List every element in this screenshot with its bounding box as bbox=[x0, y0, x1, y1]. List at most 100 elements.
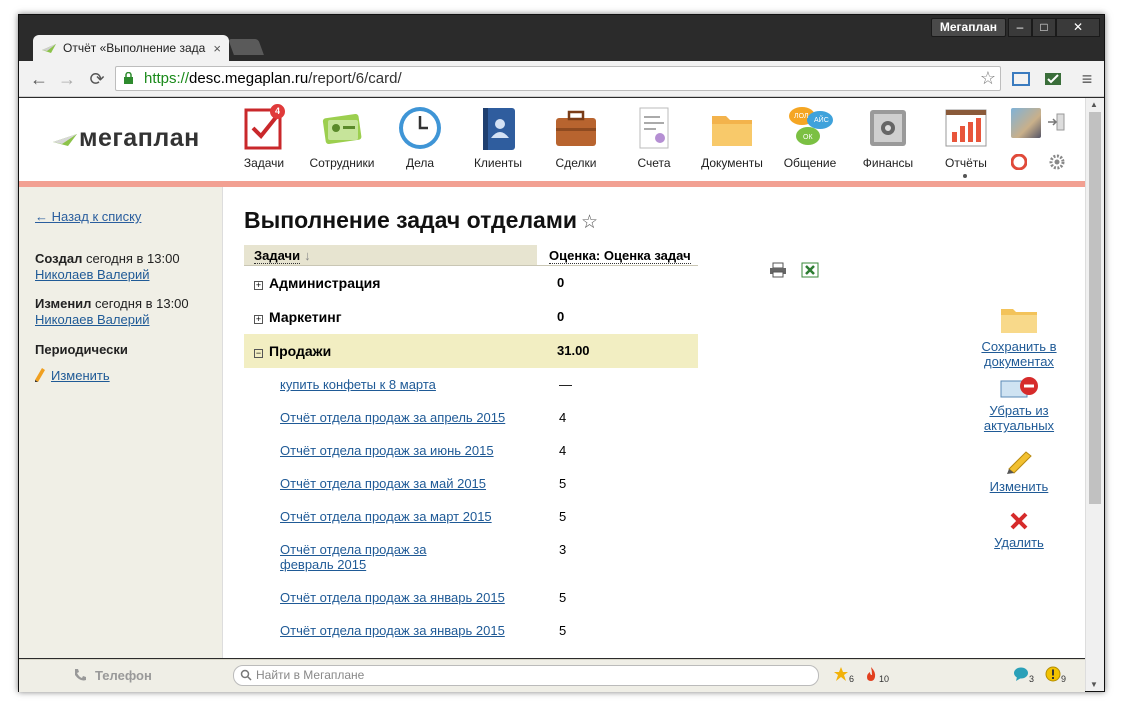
reload-icon[interactable]: ⟳ bbox=[85, 67, 109, 91]
nav-label: Клиенты bbox=[473, 156, 523, 170]
nav-label: Счета bbox=[637, 156, 671, 170]
megaplan-logo[interactable]: мегаплан bbox=[53, 124, 200, 153]
save-to-documents-action[interactable]: Сохранить в документах bbox=[954, 305, 1084, 369]
remove-from-current-action[interactable]: Убрать из актуальных bbox=[954, 375, 1084, 433]
group-row-administration[interactable]: + Администрация 0 bbox=[244, 266, 698, 300]
cast-icon[interactable] bbox=[1011, 69, 1031, 89]
remove-from-current-link[interactable]: Убрать из актуальных bbox=[984, 403, 1054, 433]
task-link[interactable]: Отчёт отдела продаж за апрель 2015 bbox=[280, 410, 505, 425]
edit-action[interactable]: Изменить bbox=[954, 451, 1084, 494]
task-link[interactable]: купить конфеты к 8 марта bbox=[280, 377, 436, 392]
nav-item-documents[interactable]: Документы bbox=[693, 104, 771, 170]
column-header-score[interactable]: Оценка: Оценка задач bbox=[537, 245, 691, 265]
back-arrow-icon[interactable]: ← bbox=[27, 67, 51, 91]
favorite-star-icon[interactable]: ☆ bbox=[581, 212, 598, 233]
phone-button[interactable]: Телефон bbox=[73, 668, 152, 683]
changed-info: Изменил сегодня в 13:00 Николаев Валерий bbox=[35, 296, 189, 328]
scroll-up-icon[interactable]: ▲ bbox=[1090, 100, 1098, 109]
maximize-button[interactable]: □ bbox=[1032, 18, 1056, 37]
group-value: 31.00 bbox=[557, 343, 590, 358]
report-table: Задачи ↓ Оценка: Оценка задач + Администра… bbox=[244, 245, 698, 647]
chat-bubble-ais: АЙС bbox=[814, 115, 829, 124]
task-link[interactable]: Отчёт отдела продаж за январь 2015 bbox=[280, 590, 505, 605]
delete-link[interactable]: Удалить bbox=[994, 535, 1044, 550]
warnings-indicator[interactable]: 9 bbox=[1045, 666, 1066, 684]
table-row: Отчёт отдела продаж за февраль 2015 3 bbox=[244, 533, 698, 581]
group-row-marketing[interactable]: + Маркетинг 0 bbox=[244, 300, 698, 334]
nav-item-finance[interactable]: Финансы bbox=[849, 104, 927, 170]
excel-export-icon[interactable] bbox=[801, 262, 819, 278]
nav-item-clients[interactable]: Клиенты bbox=[459, 104, 537, 170]
nav-item-reports[interactable]: Отчёты bbox=[927, 104, 1005, 178]
page-scrollbar[interactable]: ▲ ▼ bbox=[1085, 98, 1104, 691]
print-icon[interactable] bbox=[769, 262, 787, 278]
address-bar[interactable]: https://desc.megaplan.ru/report/6/card/ … bbox=[115, 66, 1001, 91]
nav-item-deals[interactable]: Дела bbox=[381, 104, 459, 170]
briefcase-icon bbox=[556, 110, 596, 146]
edit-link[interactable]: Изменить bbox=[990, 479, 1049, 494]
export-tools bbox=[769, 262, 829, 283]
task-link[interactable]: Отчёт отдела продаж за март 2015 bbox=[280, 509, 492, 524]
phone-icon bbox=[75, 669, 86, 681]
browser-tab[interactable]: Отчёт «Выполнение зада × bbox=[33, 35, 229, 61]
minimize-button[interactable]: – bbox=[1008, 18, 1032, 37]
profile-button[interactable]: Мегаплан bbox=[930, 18, 1006, 37]
periodic-edit-link[interactable]: Изменить bbox=[51, 368, 110, 383]
nav-item-tasks[interactable]: 4 Задачи bbox=[225, 104, 303, 170]
save-to-documents-link[interactable]: Сохранить в документах bbox=[981, 339, 1056, 369]
app-statusbar: Телефон Найти в Мегаплане 6 10 3 9 bbox=[19, 659, 1085, 692]
chat-bubble-ok: ОК bbox=[803, 134, 813, 141]
avatar[interactable] bbox=[1011, 108, 1041, 138]
table-row: Отчёт отдела продаж за январь 2015 5 bbox=[244, 614, 698, 647]
new-tab-button[interactable] bbox=[228, 39, 264, 55]
collapse-icon[interactable]: − bbox=[254, 349, 263, 358]
task-link[interactable]: Отчёт отдела продаж за май 2015 bbox=[280, 476, 486, 491]
table-row: Отчёт отдела продаж за март 2015 5 bbox=[244, 500, 698, 533]
nav-item-chat[interactable]: ЛОЛ АЙС ОК Общение bbox=[771, 104, 849, 170]
group-name-cell: + Маркетинг bbox=[244, 300, 537, 334]
lifebuoy-icon[interactable] bbox=[1011, 154, 1027, 170]
global-search-input[interactable]: Найти в Мегаплане bbox=[233, 665, 819, 686]
task-link[interactable]: Отчёт отдела продаж за январь 2015 bbox=[280, 623, 505, 638]
expand-icon[interactable]: + bbox=[254, 315, 263, 324]
nav-label: Сотрудники bbox=[309, 156, 375, 170]
tab-close-icon[interactable]: × bbox=[213, 41, 221, 56]
expand-icon[interactable]: + bbox=[254, 281, 263, 290]
messages-indicator[interactable]: 3 bbox=[1013, 666, 1034, 684]
back-to-list-link[interactable]: ← Назад к списку bbox=[35, 209, 141, 224]
changed-by-link[interactable]: Николаев Валерий bbox=[35, 312, 149, 327]
group-row-sales[interactable]: − Продажи 31.00 bbox=[244, 334, 698, 368]
menu-icon[interactable]: ≡ bbox=[1075, 67, 1099, 91]
delete-x-icon bbox=[1010, 512, 1028, 530]
nav-item-sdelki[interactable]: Сделки bbox=[537, 104, 615, 170]
scroll-down-icon[interactable]: ▼ bbox=[1090, 680, 1098, 689]
search-icon bbox=[240, 669, 252, 681]
nav-label: Документы bbox=[701, 156, 763, 170]
delete-action[interactable]: Удалить bbox=[954, 511, 1084, 550]
favorites-indicator[interactable]: 6 bbox=[833, 666, 854, 684]
nav-label: Дела bbox=[405, 156, 435, 170]
task-link[interactable]: Отчёт отдела продаж за февраль 2015 bbox=[280, 542, 426, 572]
bookmark-star-icon[interactable]: ☆ bbox=[980, 67, 996, 90]
extension-icon[interactable] bbox=[1043, 69, 1063, 89]
forward-arrow-icon[interactable]: → bbox=[55, 67, 79, 91]
group-value: 0 bbox=[557, 275, 565, 290]
user-area bbox=[1011, 108, 1067, 178]
pencil-edit-icon bbox=[1007, 451, 1032, 474]
megaplan-favicon-icon bbox=[42, 44, 56, 53]
close-window-button[interactable]: ✕ bbox=[1056, 18, 1100, 37]
gear-icon[interactable] bbox=[1049, 154, 1065, 170]
nav-item-employees[interactable]: Сотрудники bbox=[303, 104, 381, 170]
logo-text: мегаплан bbox=[79, 124, 200, 152]
created-by-link[interactable]: Николаев Валерий bbox=[35, 267, 149, 282]
logout-icon[interactable] bbox=[1047, 112, 1065, 132]
scroll-thumb[interactable] bbox=[1089, 112, 1101, 504]
task-link[interactable]: Отчёт отдела продаж за июнь 2015 bbox=[280, 443, 494, 458]
hot-indicator[interactable]: 10 bbox=[863, 666, 889, 684]
column-header-tasks[interactable]: Задачи ↓ bbox=[244, 245, 537, 265]
nav-item-invoices[interactable]: Счета bbox=[615, 104, 693, 170]
employees-icon bbox=[322, 113, 362, 144]
periodic-heading: Периодически bbox=[35, 342, 128, 357]
table-row: Отчёт отдела продаж за июнь 2015 4 bbox=[244, 434, 698, 467]
periodic-edit-row: Изменить bbox=[35, 368, 110, 383]
